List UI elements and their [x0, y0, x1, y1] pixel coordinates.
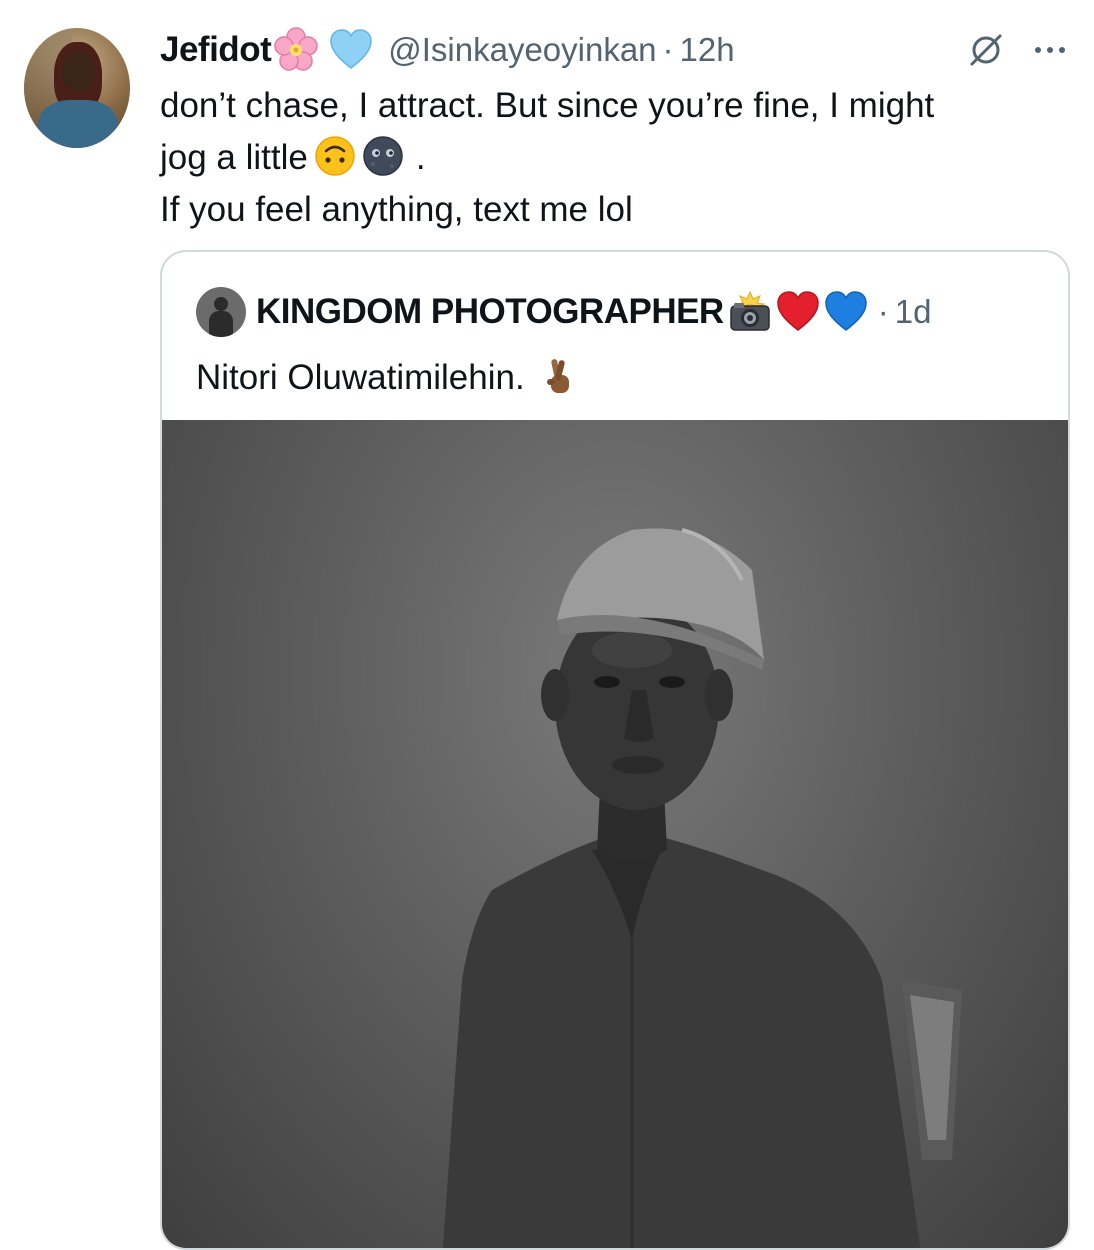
light-blue-heart-icon	[328, 27, 374, 73]
author-handle[interactable]: @Isinkayeoyinkan	[388, 31, 656, 69]
tweet-timestamp[interactable]: 12h	[680, 31, 735, 69]
quoted-author-avatar[interactable]	[196, 287, 246, 337]
quoted-tweet-card[interactable]: KINGDOM PHOTOGRAPHER · 1d Nitori Oluwati…	[160, 250, 1070, 1250]
blue-heart-icon	[824, 290, 868, 334]
quoted-tweet-text-content: Nitori Oluwatimilehin.	[196, 358, 525, 397]
quoted-tweet-photo[interactable]	[162, 420, 1068, 1248]
quoted-tweet-timestamp[interactable]: 1d	[895, 293, 932, 331]
new-moon-face-icon	[362, 135, 404, 177]
tweet-header: Jefidot @Isinkayeoyinkan · 12h	[160, 26, 735, 74]
camera-flash-icon	[728, 290, 772, 334]
author-avatar[interactable]	[24, 28, 130, 148]
quoted-tweet-header: KINGDOM PHOTOGRAPHER · 1d	[196, 286, 931, 338]
cherry-blossom-icon	[272, 26, 320, 74]
quoted-author-display-name[interactable]: KINGDOM PHOTOGRAPHER	[256, 292, 724, 332]
tweet-text-line-1: don’t chase, I attract. But since you’re…	[160, 86, 935, 125]
upside-down-face-icon	[314, 135, 356, 177]
tweet-text-line-2-text: jog a little	[160, 138, 308, 177]
tweet[interactable]: Jefidot @Isinkayeoyinkan · 12h don’t cha…	[0, 0, 1094, 1250]
tweet-text: don’t chase, I attract. But since you’re…	[160, 80, 1070, 236]
portrait-photo-illustration	[442, 528, 962, 1248]
tweet-text-line-3: If you feel anything, text me lol	[160, 190, 633, 229]
more-options-icon[interactable]	[1030, 30, 1070, 70]
separator-dot: ·	[662, 31, 674, 68]
tweet-text-line-2: jog a little .	[160, 132, 1070, 184]
author-display-name[interactable]: Jefidot	[160, 30, 272, 70]
quoted-tweet-text: Nitori Oluwatimilehin.	[196, 352, 580, 404]
crossed-fingers-icon	[538, 355, 580, 397]
red-heart-icon	[776, 290, 820, 334]
tweet-text-line-2-suffix: .	[415, 138, 426, 177]
grok-icon[interactable]	[966, 30, 1006, 70]
quoted-separator-dot: ·	[877, 293, 889, 330]
